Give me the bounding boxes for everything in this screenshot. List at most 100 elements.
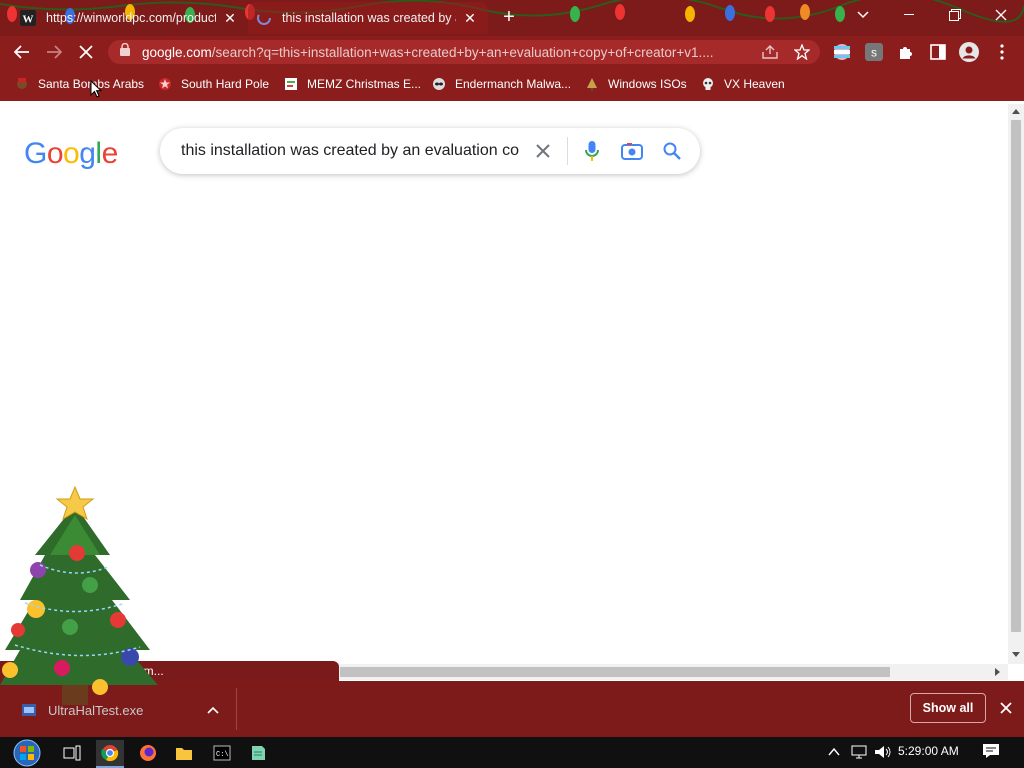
tab-title: https://winworldpc.com/product [46,11,216,25]
forward-arrow-icon [47,45,62,59]
system-clock[interactable]: 5:29:00 AM [898,744,959,758]
bookmark-star-icon[interactable] [792,42,812,62]
back-button[interactable] [10,40,34,64]
tab-search-chevron-icon[interactable] [840,0,886,30]
vertical-scroll-thumb[interactable] [1011,120,1021,632]
tab-close-icon[interactable]: ✕ [462,10,478,26]
logo-letter: e [101,137,119,170]
side-panel-icon[interactable] [928,42,948,62]
close-icon [536,144,551,158]
scroll-right-arrow-icon[interactable] [995,668,1001,676]
image-search-button[interactable] [620,139,644,163]
notepad-icon [252,746,265,760]
logo-letter: o [46,137,64,170]
extensions-puzzle-icon[interactable] [896,42,916,62]
mouse-cursor-icon [90,80,102,98]
tab-google-search[interactable]: this installation was created by a ✕ [248,2,488,34]
bookmark-south-hard-pole[interactable]: South Hard Pole [157,74,269,94]
page-icon [283,76,299,92]
stop-x-icon [79,45,93,59]
search-submit-button[interactable] [660,139,684,163]
svg-text:C:\: C:\ [216,751,229,759]
svg-text:s: s [871,46,877,60]
download-options-chevron-icon[interactable] [204,700,222,720]
shelf-divider [236,688,237,730]
menu-kebab-icon[interactable] [992,42,1012,62]
christmas-tree-decoration [0,485,158,705]
bookmark-santa-bombs-arabs[interactable]: Santa Bombs Arabs [14,74,144,94]
loading-spinner-icon [256,10,272,26]
star-icon [157,76,173,92]
close-shelf-button[interactable] [996,698,1016,718]
bookmark-label: VX Heaven [724,77,785,91]
tab-title: this installation was created by a [282,11,456,25]
forward-button[interactable] [42,40,66,64]
svg-text:W: W [23,14,34,26]
restore-button[interactable] [932,0,978,30]
tree-icon [584,76,600,92]
bookmark-memz-christmas[interactable]: MEMZ Christmas E... [283,74,421,94]
minimize-button[interactable] [886,0,932,30]
search-icon [663,142,681,160]
logo-letter: G [24,137,47,170]
voice-search-button[interactable] [580,139,604,163]
taskbar-chrome[interactable] [96,740,124,768]
camera-lens-icon [621,143,644,160]
chrome-icon [101,745,119,762]
skull-icon [700,76,716,92]
file-explorer-icon [176,748,192,760]
window-close-button[interactable] [978,0,1024,30]
close-icon [995,9,1007,21]
search-divider [567,137,569,165]
logo-letter: o [63,137,80,170]
show-all-downloads-button[interactable]: Show all [910,693,986,723]
start-button[interactable] [8,737,46,768]
taskbar-notepad[interactable] [244,740,272,766]
tab-winworldpc[interactable]: W https://winworldpc.com/product ✕ [12,2,248,34]
scroll-down-arrow-icon[interactable] [1012,652,1020,658]
clear-search-button[interactable] [531,139,555,163]
volume-icon[interactable] [874,744,892,760]
taskbar-file-explorer[interactable] [170,740,198,766]
bookmark-label: Windows ISOs [608,77,687,91]
network-icon[interactable] [850,745,868,759]
horizontal-scroll-thumb[interactable] [340,667,890,677]
new-tab-button[interactable]: + [498,6,520,28]
bookmark-label: Endermanch Malwa... [455,77,572,91]
search-input[interactable]: this installation was created by an eval… [181,142,519,160]
cmd-icon: C:\ [213,745,231,761]
bookmark-windows-isos[interactable]: Windows ISOs [584,74,687,94]
show-hidden-icons-chevron-icon[interactable] [828,747,840,757]
profile-avatar-icon[interactable] [959,42,979,62]
extension-s-icon[interactable]: s [864,42,884,62]
taskbar-cmd[interactable]: C:\ [208,740,236,766]
bookmark-endermanch-malware[interactable]: Endermanch Malwa... [431,74,571,94]
santa-icon [14,76,30,92]
extension-flag-icon[interactable] [832,42,852,62]
stop-loading-button[interactable] [74,40,98,64]
address-bar[interactable]: google.com/search?q=this+installation+wa… [108,40,820,64]
tab-close-icon[interactable]: ✕ [222,10,238,26]
start-orb-icon [13,739,41,766]
task-view-icon [63,745,81,761]
url-domain: google.com [142,44,212,60]
restore-icon [949,9,961,21]
bookmark-label: MEMZ Christmas E... [307,77,422,91]
search-box[interactable]: this installation was created by an eval… [160,128,700,174]
share-icon[interactable] [760,42,780,62]
url-text[interactable]: google.com/search?q=this+installation+wa… [142,45,762,60]
raccoon-icon [431,76,447,92]
winworld-w-icon: W [20,10,36,26]
scroll-up-arrow-icon[interactable] [1012,108,1020,114]
bookmark-vx-heaven[interactable]: VX Heaven [700,74,785,94]
task-view-button[interactable] [58,740,86,766]
google-logo[interactable]: Google [24,137,118,171]
minimize-icon [904,14,914,15]
close-icon [1000,702,1012,714]
taskbar-firefox[interactable] [134,740,162,766]
microphone-icon [585,141,600,161]
action-center-icon[interactable] [982,743,1000,759]
lock-icon [120,42,132,61]
back-arrow-icon [14,45,29,59]
logo-letter: g [79,137,96,170]
